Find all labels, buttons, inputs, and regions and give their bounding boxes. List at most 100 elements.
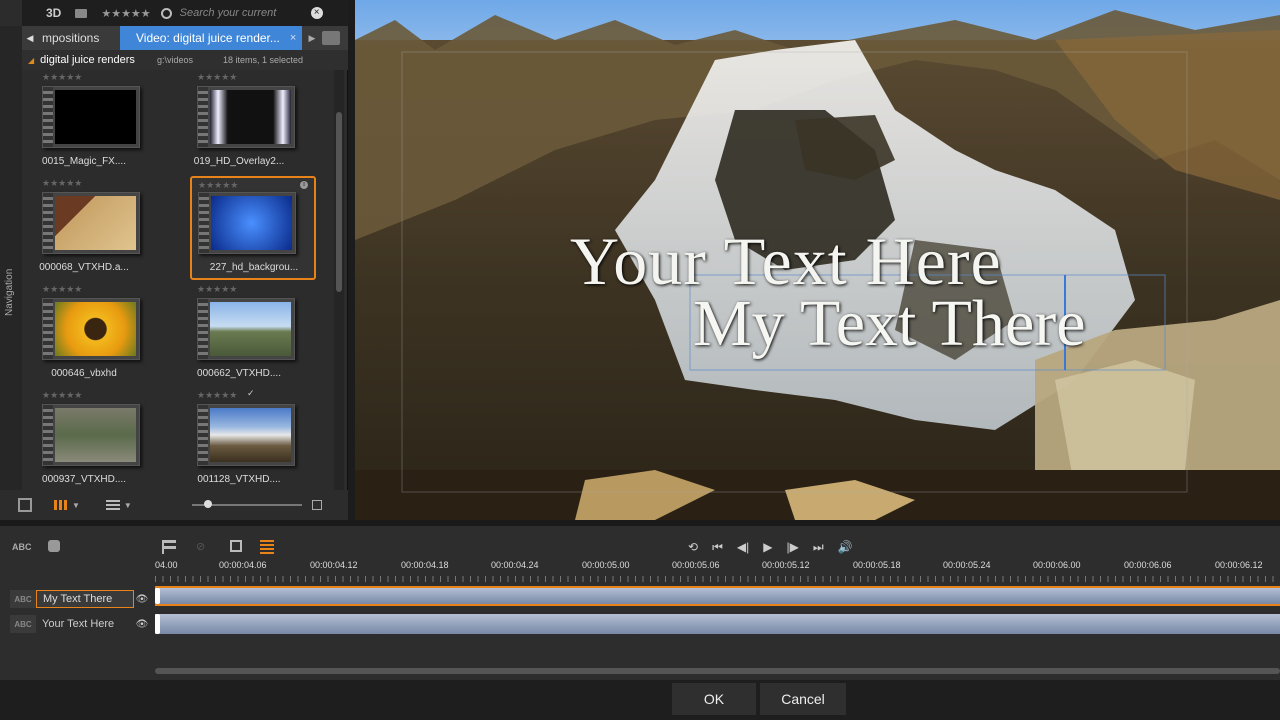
clip-rating[interactable]: ★★★★★ bbox=[197, 284, 237, 295]
layers-icon[interactable] bbox=[260, 540, 274, 554]
timecode-tick: 04.00 bbox=[155, 560, 178, 570]
large-thumbnail-icon[interactable] bbox=[311, 500, 322, 510]
clip-rating[interactable]: ★★★★★ bbox=[197, 72, 237, 83]
library-topbar: 3D ★★★★★ Search your current × bbox=[22, 0, 348, 26]
close-tab-icon[interactable]: × bbox=[290, 32, 296, 44]
rating-filter[interactable]: ★★★★★ bbox=[101, 7, 150, 20]
collapse-triangle-icon[interactable]: ◢ bbox=[28, 56, 34, 65]
tab-label: Video: digital juice render... bbox=[136, 31, 280, 45]
clip-rating[interactable]: ★★★★★ bbox=[42, 284, 82, 295]
clip-item[interactable]: ★★★★★ 000662_VTXHD.... bbox=[177, 282, 301, 388]
clip-item[interactable]: ★★★★★ 0015_Magic_FX.... bbox=[22, 70, 146, 176]
grid-view-icon[interactable] bbox=[54, 500, 68, 510]
clip-rating[interactable]: ★★★★★ bbox=[42, 178, 82, 189]
search-box[interactable]: Search your current bbox=[160, 4, 309, 22]
search-input[interactable]: Search your current bbox=[180, 7, 277, 19]
cancel-button[interactable]: Cancel bbox=[760, 683, 846, 715]
clip-item[interactable]: ★★★★★ 000646_vbxhd bbox=[22, 282, 146, 388]
chevron-down-icon[interactable]: ▼ bbox=[72, 501, 80, 510]
clip-name: 000937_VTXHD.... bbox=[42, 474, 126, 485]
add-tab-icon[interactable] bbox=[322, 31, 340, 45]
clip-name: 227_hd_backgrou... bbox=[209, 262, 299, 273]
preview-player[interactable]: Your Text Here My Text There bbox=[355, 0, 1280, 520]
clip-item[interactable]: ★★★★★ 000937_VTXHD.... bbox=[22, 388, 146, 490]
library-scrollbar[interactable] bbox=[334, 70, 344, 490]
track-lane-my-text-there[interactable] bbox=[155, 586, 1280, 606]
chevron-down-icon[interactable]: ▼ bbox=[124, 501, 132, 510]
title-text-line2[interactable]: My Text There bbox=[693, 286, 1086, 362]
text-track-icon: ABC bbox=[10, 615, 36, 633]
timeline-scrollbar[interactable] bbox=[155, 668, 1280, 674]
folder-name[interactable]: digital juice renders bbox=[40, 54, 135, 66]
clip-thumbnail[interactable] bbox=[42, 86, 140, 148]
clip-name: 000662_VTXHD.... bbox=[197, 368, 281, 379]
visibility-eye-icon[interactable]: 👁 bbox=[134, 594, 150, 605]
clip-thumbnail[interactable] bbox=[42, 404, 140, 466]
clip-name: 000646_vbxhd bbox=[51, 368, 117, 379]
play-icon[interactable]: ▶ bbox=[763, 540, 772, 555]
timecode-tick: 00:00:05.12 bbox=[762, 560, 810, 570]
clip-item-selected[interactable]: ★★★★★ i 227_hd_backgrou... bbox=[190, 176, 316, 280]
loop-icon[interactable]: ⟲ bbox=[688, 540, 698, 555]
search-icon[interactable] bbox=[160, 7, 172, 19]
timeline-ruler[interactable]: 04.00 00:00:04.06 00:00:04.12 00:00:04.1… bbox=[155, 560, 1280, 582]
visibility-eye-icon[interactable]: 👁 bbox=[134, 619, 150, 630]
track-lane-your-text-here[interactable] bbox=[155, 614, 1280, 634]
go-to-start-icon[interactable]: ⏮ bbox=[712, 540, 723, 555]
step-forward-icon[interactable]: |▶ bbox=[786, 540, 798, 555]
3d-filter-button[interactable]: 3D bbox=[46, 6, 61, 20]
text-tool-icon[interactable]: ABC bbox=[12, 542, 32, 552]
clip-thumbnail[interactable] bbox=[42, 298, 140, 360]
tab-scroll-left-icon[interactable]: ◀ bbox=[22, 33, 38, 44]
info-icon[interactable]: i bbox=[300, 181, 308, 189]
library-footer: ▼ ▼ bbox=[0, 490, 348, 520]
clip-start-handle[interactable] bbox=[155, 614, 160, 634]
volume-icon[interactable]: 🔊 bbox=[838, 540, 853, 555]
clip-rating[interactable]: ★★★★★ bbox=[198, 180, 238, 191]
group-icon[interactable] bbox=[230, 540, 242, 552]
clip-thumbnail[interactable] bbox=[197, 404, 295, 466]
align-left-icon[interactable] bbox=[162, 540, 176, 554]
timecode-tick: 00:00:05.06 bbox=[672, 560, 720, 570]
navigation-strip[interactable]: Navigation bbox=[0, 26, 22, 520]
clip-name: 000068_VTXHD.a... bbox=[39, 262, 129, 273]
clip-name: 019_HD_Overlay2... bbox=[193, 156, 285, 167]
clear-search-icon[interactable]: × bbox=[310, 7, 323, 19]
clip-name: 001128_VTXHD.... bbox=[197, 474, 281, 485]
scrollbar-thumb[interactable] bbox=[336, 112, 342, 292]
clip-rating[interactable]: ★★★★★ bbox=[42, 72, 82, 83]
clip-thumbnail[interactable] bbox=[197, 86, 295, 148]
tab-scroll-right-icon[interactable]: ▶ bbox=[302, 33, 322, 44]
clip-start-handle[interactable] bbox=[155, 588, 160, 604]
tab-compositions[interactable]: mpositions bbox=[38, 31, 120, 45]
timecode-tick: 00:00:04.12 bbox=[310, 560, 358, 570]
thumbnail-size-slider[interactable] bbox=[191, 500, 302, 508]
clip-thumbnail[interactable] bbox=[198, 192, 296, 254]
pages-icon[interactable] bbox=[18, 498, 32, 512]
timecode-tick: 00:00:06.06 bbox=[1124, 560, 1172, 570]
track-header-my-text-there[interactable]: ABC My Text There 👁 bbox=[10, 588, 150, 610]
film-filter-icon[interactable] bbox=[75, 8, 88, 18]
track-name[interactable]: Your Text Here bbox=[36, 615, 134, 633]
step-back-icon[interactable]: ◀| bbox=[737, 540, 749, 555]
clip-thumbnail[interactable] bbox=[197, 298, 295, 360]
text-track-icon: ABC bbox=[10, 590, 36, 608]
timecode-tick: 00:00:04.18 bbox=[401, 560, 449, 570]
clip-thumbnail[interactable] bbox=[42, 192, 140, 254]
track-name[interactable]: My Text There bbox=[36, 590, 134, 608]
item-count: 18 items, 1 selected bbox=[222, 55, 304, 65]
clip-item[interactable]: ★★★★★ 000068_VTXHD.a... bbox=[22, 176, 146, 282]
timeline-panel: ABC ⊘ ⟲ ⏮ ◀| ▶ |▶ ⏭ 🔊 04.00 00:00:04.06 … bbox=[0, 520, 1280, 680]
go-to-end-icon[interactable]: ⏭ bbox=[813, 540, 824, 555]
clip-rating[interactable]: ★★★★★ bbox=[42, 390, 82, 401]
tab-video-digital-juice[interactable]: Video: digital juice render... × bbox=[120, 26, 302, 50]
slider-knob[interactable] bbox=[203, 500, 212, 508]
clip-item[interactable]: ★★★★★ 019_HD_Overlay2... bbox=[177, 70, 301, 176]
shape-tool-icon[interactable] bbox=[48, 540, 60, 552]
ok-button[interactable]: OK bbox=[672, 683, 756, 715]
clip-item[interactable]: ★★★★★ ✓ 001128_VTXHD.... bbox=[177, 388, 301, 490]
track-header-your-text-here[interactable]: ABC Your Text Here 👁 bbox=[10, 613, 150, 635]
clip-rating[interactable]: ★★★★★ bbox=[197, 390, 237, 401]
timecode-tick: 00:00:04.24 bbox=[491, 560, 539, 570]
list-view-icon[interactable] bbox=[105, 500, 120, 510]
